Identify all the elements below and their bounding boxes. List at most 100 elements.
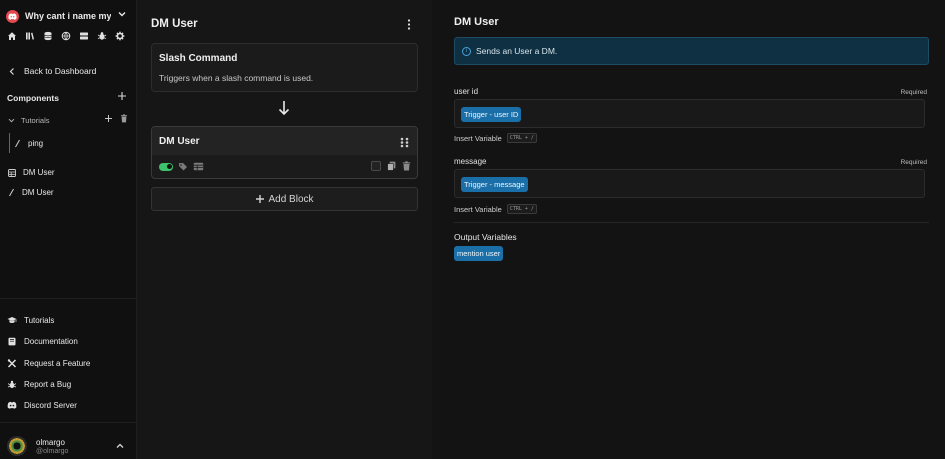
link-request-feature[interactable]: Request a Feature	[7, 353, 90, 374]
sidebar-item-label: DM User	[22, 188, 54, 197]
server-rack-icon[interactable]	[78, 31, 90, 41]
variable-chip[interactable]: Trigger - message	[461, 177, 528, 192]
folder-tutorials[interactable]: Tutorials	[8, 114, 128, 125]
insert-variable-link[interactable]: Insert Variable CTRL + /	[454, 133, 537, 143]
insert-variable-label: Insert Variable	[454, 204, 502, 214]
gear-icon[interactable]	[114, 31, 126, 41]
info-text: Sends an User a DM.	[476, 46, 558, 56]
database-icon[interactable]	[42, 31, 54, 41]
delete-folder-icon[interactable]	[120, 114, 128, 123]
graduation-cap-icon	[7, 316, 17, 325]
insert-variable-label: Insert Variable	[454, 133, 502, 143]
user-name: olmargo	[36, 437, 65, 447]
chevron-left-icon	[8, 67, 16, 76]
sidebar-item-label: ping	[28, 139, 44, 148]
bug-icon	[7, 380, 17, 389]
link-discord-server[interactable]: Discord Server	[7, 395, 90, 416]
user-id-input[interactable]: Trigger - user ID	[454, 99, 925, 128]
link-label: Tutorials	[24, 316, 55, 326]
server-selector[interactable]: Why cant i name my...	[6, 8, 131, 24]
home-icon[interactable]	[6, 31, 18, 41]
library-icon[interactable]	[24, 31, 36, 41]
sidebar-item-ping[interactable]: ping	[14, 139, 43, 148]
block-enabled-toggle[interactable]	[159, 162, 173, 171]
component-title: DM User	[151, 18, 198, 30]
shortcut-hint: CTRL + /	[506, 204, 537, 214]
table-icon[interactable]	[193, 162, 204, 171]
sidebar-toolbar	[6, 31, 126, 41]
folder-actions	[104, 114, 128, 123]
user-names: olmargo @olmargo	[36, 438, 68, 455]
sidebar-item-dm-user-table[interactable]: DM User	[8, 168, 55, 177]
discord-logo-icon	[6, 9, 19, 23]
folder-tree-line	[9, 133, 10, 153]
info-banner: i Sends an User a DM.	[454, 37, 929, 65]
output-variable-chip[interactable]: mention user	[454, 246, 504, 261]
copy-icon[interactable]	[387, 161, 396, 171]
link-label: Discord Server	[24, 401, 77, 411]
link-label: Documentation	[24, 337, 78, 347]
user-profile[interactable]: olmargo @olmargo	[7, 434, 131, 458]
tag-icon[interactable]	[178, 162, 188, 171]
add-block-label: Add Block	[268, 193, 314, 205]
book-icon	[7, 337, 17, 346]
globe-icon[interactable]	[60, 31, 72, 41]
slash-command-title: Slash Command	[159, 53, 238, 64]
variable-chip[interactable]: Trigger - user ID	[461, 107, 522, 122]
sidebar: Why cant i name my... Back to Dashboard …	[0, 0, 137, 459]
link-report-bug[interactable]: Report a Bug	[7, 374, 90, 395]
block-settings-panel: DM User i Sends an User a DM. user id Re…	[432, 0, 945, 459]
sidebar-item-dm-user-command[interactable]: DM User	[8, 188, 54, 197]
block-editor-panel: DM User Slash Command Triggers when a sl…	[137, 0, 432, 459]
discord-icon	[7, 401, 17, 410]
back-to-dashboard-label: Back to Dashboard	[24, 66, 97, 76]
user-id-label: user id	[454, 87, 479, 96]
insert-variable-link[interactable]: Insert Variable CTRL + /	[454, 204, 537, 214]
sidebar-divider	[0, 422, 137, 423]
sidebar-links: Tutorials Documentation Request a Featur…	[7, 310, 90, 416]
info-icon: i	[462, 46, 471, 56]
link-label: Request a Feature	[24, 358, 91, 368]
link-tutorials[interactable]: Tutorials	[7, 310, 90, 331]
slash-icon	[8, 188, 15, 197]
plus-icon	[255, 194, 265, 204]
dm-user-block[interactable]: DM User	[151, 126, 418, 179]
section-divider	[454, 222, 929, 223]
required-badge: Required	[900, 89, 927, 96]
block-settings-title: DM User	[454, 16, 499, 28]
folder-label: Tutorials	[21, 116, 50, 125]
avatar	[7, 436, 27, 456]
trash-icon[interactable]	[402, 161, 411, 171]
more-options-icon[interactable]	[407, 19, 411, 30]
message-label: message	[454, 157, 487, 166]
required-badge: Required	[900, 159, 927, 166]
block-left-controls	[159, 162, 204, 171]
slash-icon	[14, 139, 21, 148]
slash-command-card[interactable]: Slash Command Triggers when a slash comm…	[151, 43, 418, 92]
block-right-controls	[371, 161, 411, 171]
bug-icon[interactable]	[96, 31, 108, 41]
components-title: Components	[7, 93, 59, 103]
add-block-button[interactable]: Add Block	[151, 187, 418, 211]
components-header: Components	[7, 91, 127, 103]
tools-icon	[7, 359, 17, 368]
shortcut-hint: CTRL + /	[506, 133, 537, 143]
user-handle: @olmargo	[36, 447, 69, 455]
chevron-up-icon[interactable]	[115, 441, 125, 451]
chevron-down-icon	[8, 117, 15, 124]
output-variables-title: Output Variables	[454, 232, 517, 242]
drag-handle-icon[interactable]	[400, 137, 409, 148]
message-input[interactable]: Trigger - message	[454, 169, 925, 198]
back-to-dashboard-link[interactable]: Back to Dashboard	[8, 66, 96, 76]
chevron-down-icon[interactable]	[117, 9, 127, 19]
link-documentation[interactable]: Documentation	[7, 331, 90, 352]
table-icon	[8, 168, 16, 177]
link-label: Report a Bug	[24, 380, 72, 390]
server-name: Why cant i name my...	[25, 11, 111, 21]
sidebar-divider	[0, 298, 137, 299]
dm-user-block-title: DM User	[159, 136, 200, 147]
arrow-down-icon	[278, 100, 290, 116]
block-select-checkbox[interactable]	[371, 161, 381, 171]
add-to-folder-icon[interactable]	[104, 114, 113, 123]
add-component-icon[interactable]	[117, 91, 127, 101]
